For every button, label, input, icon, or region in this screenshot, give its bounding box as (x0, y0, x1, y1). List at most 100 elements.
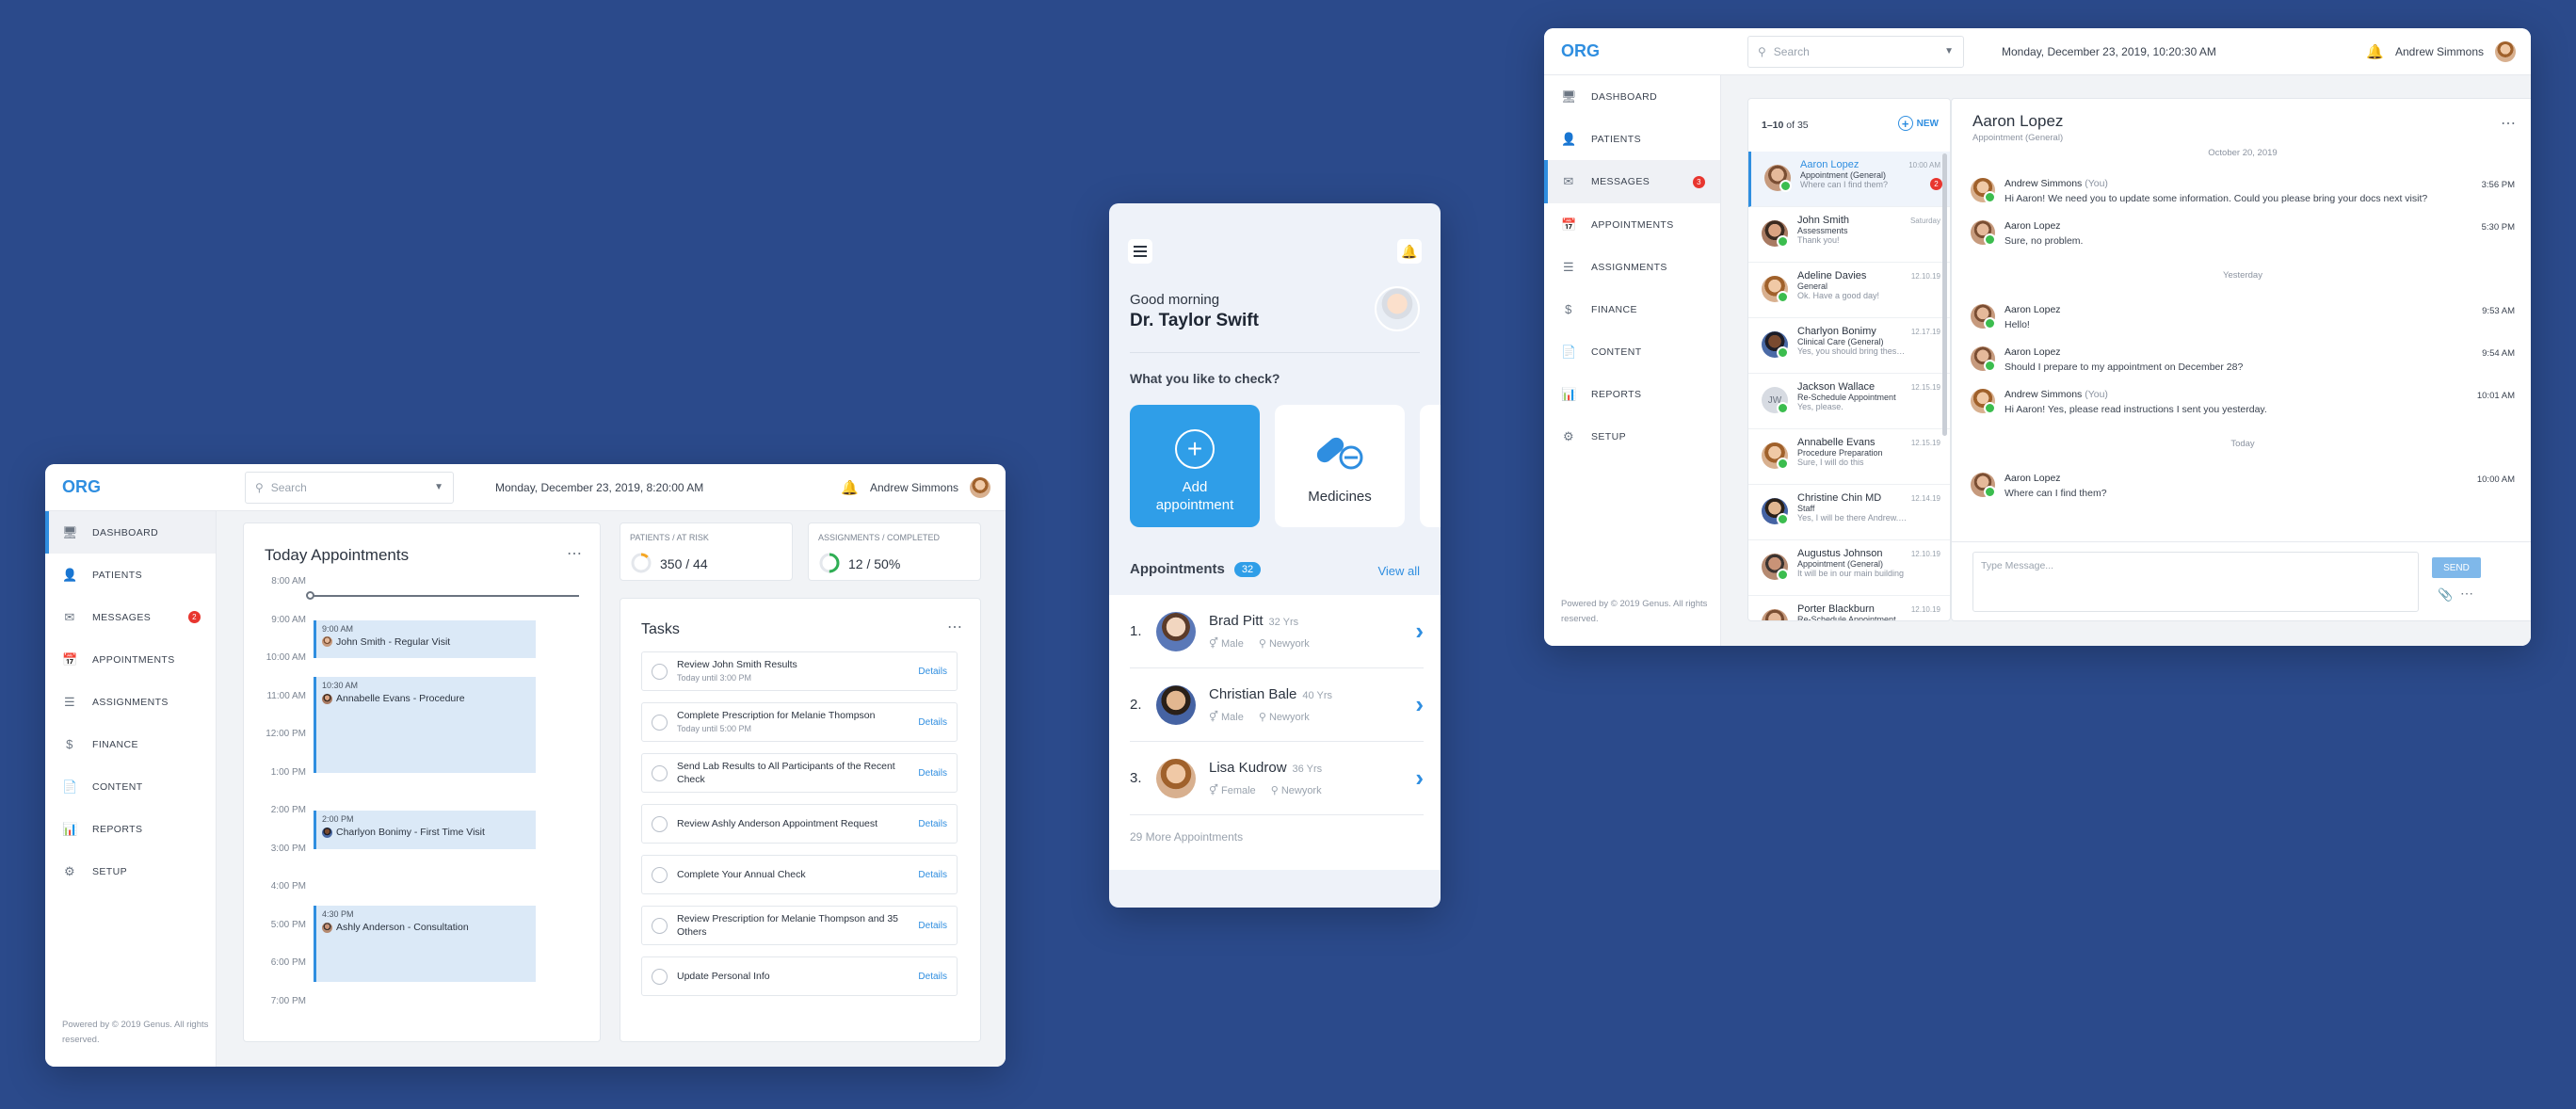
appointments-header: Appointments 32 (1130, 561, 1262, 577)
sidebar-item-patients[interactable]: 👤 PATIENTS (45, 554, 216, 596)
sidebar-item-messages[interactable]: ✉ MESSAGES 3 (1544, 160, 1720, 203)
task-item[interactable]: Review John Smith Results Today until 3:… (641, 651, 958, 691)
sidebar-item-finance[interactable]: $ FINANCE (45, 723, 216, 765)
unread-badge: 2 (188, 611, 201, 623)
you-tag: (You) (2085, 389, 2108, 400)
patient-row[interactable]: 2. Christian Bale 40 Yrs ⚥ Male ⚲ Newyork… (1130, 668, 1424, 742)
chevron-right-icon[interactable]: › (1415, 763, 1424, 793)
conversation-item[interactable]: Aaron Lopez Appointment (General) Where … (1748, 152, 1950, 207)
task-details-link[interactable]: Details (918, 921, 947, 931)
conversation-item[interactable]: Christine Chin MD Staff Yes, I will be t… (1748, 485, 1950, 540)
patient-row[interactable]: 3. Lisa Kudrow 36 Yrs ⚥ Female ⚲ Newyork … (1130, 742, 1424, 815)
chevron-down-icon[interactable]: ▼ (434, 482, 443, 492)
view-all-link[interactable]: View all (1377, 564, 1420, 578)
sidebar-item-reports[interactable]: 📊 REPORTS (45, 808, 216, 850)
appointment-block[interactable]: 9:00 AM John Smith - Regular Visit (314, 619, 536, 658)
task-details-link[interactable]: Details (918, 768, 947, 779)
sidebar-item-content[interactable]: 📄 CONTENT (45, 765, 216, 808)
user-menu[interactable]: 🔔 Andrew Simmons (2366, 40, 2531, 62)
bell-icon[interactable]: 🔔 (841, 479, 859, 496)
task-details-link[interactable]: Details (918, 972, 947, 982)
conversation-item[interactable]: John Smith Assessments Thank you! Saturd… (1748, 207, 1950, 263)
new-message-button[interactable]: + NEW (1897, 116, 1939, 131)
conversation-preview: Yes, you should bring these documents (1797, 346, 1908, 356)
avatar[interactable] (970, 476, 990, 498)
sidebar-item-messages[interactable]: ✉ MESSAGES 2 (45, 596, 216, 638)
task-checkbox[interactable] (652, 764, 668, 781)
dashboard-window: ORG ⚲ Search ▼ Monday, December 23, 2019… (45, 464, 1006, 1067)
patient-row[interactable]: 1. Brad Pitt 32 Yrs ⚥ Male ⚲ Newyork › (1130, 595, 1424, 668)
task-details-link[interactable]: Details (918, 870, 947, 880)
sidebar-item-dashboard[interactable]: 🖥 DASHBOARD (45, 511, 216, 554)
conversation-item[interactable]: JW Jackson Wallace Re-Schedule Appointme… (1748, 374, 1950, 429)
sidebar-item-appointments[interactable]: 📅 APPOINTMENTS (45, 638, 216, 681)
sidebar-item-assignments[interactable]: ☰ ASSIGNMENTS (1544, 246, 1720, 288)
more-icon[interactable]: ⋯ (947, 618, 963, 636)
chevron-right-icon[interactable]: › (1415, 617, 1424, 646)
task-item[interactable]: Complete Your Annual Check Details (641, 855, 958, 894)
task-item[interactable]: Review Ashly Anderson Appointment Reques… (641, 804, 958, 844)
add-appointment-tile[interactable]: + Add appointment (1130, 405, 1260, 527)
dollar-icon: $ (66, 737, 73, 751)
task-details-link[interactable]: Details (918, 819, 947, 829)
medicines-tile[interactable]: Medicines (1275, 405, 1405, 527)
gender-icon: ⚥ (1209, 712, 1218, 723)
list-icon: ☰ (1562, 259, 1575, 274)
avatar (322, 922, 332, 933)
sidebar-item-label: MESSAGES (1591, 176, 1650, 187)
task-item[interactable]: Update Personal Info Details (641, 956, 958, 996)
task-checkbox[interactable] (652, 968, 668, 985)
scrollbar[interactable] (1942, 153, 1947, 436)
appointment-block[interactable]: 10:30 AM Annabelle Evans - Procedure (314, 677, 536, 773)
conversation-item[interactable]: Charlyon Bonimy Clinical Care (General) … (1748, 318, 1950, 374)
send-button[interactable]: SEND (2432, 557, 2481, 578)
attach-icon[interactable]: 📎 (2438, 587, 2453, 603)
avatar (322, 693, 332, 704)
sidebar-item-setup[interactable]: ⚙ SETUP (45, 850, 216, 892)
sidebar-item-reports[interactable]: 📊 REPORTS (1544, 373, 1720, 415)
sidebar-item-content[interactable]: 📄 CONTENT (1544, 330, 1720, 373)
notification-button[interactable]: 🔔 (1397, 239, 1422, 264)
conversation-item[interactable]: Annabelle Evans Procedure Preparation Su… (1748, 429, 1950, 485)
message-input[interactable]: Type Message... (1972, 552, 2419, 612)
task-item[interactable]: Review Prescription for Melanie Thompson… (641, 906, 958, 945)
sidebar-item-finance[interactable]: $ FINANCE (1544, 288, 1720, 330)
bell-icon[interactable]: 🔔 (2366, 43, 2384, 60)
conversation-item[interactable]: Adeline Davies General Ok. Have a good d… (1748, 263, 1950, 318)
sidebar-item-dashboard[interactable]: 🖥 DASHBOARD (1544, 75, 1720, 118)
appointment-block[interactable]: 2:00 PM Charlyon Bonimy - First Time Vis… (314, 811, 536, 849)
search-input[interactable]: ⚲ Search ▼ (245, 471, 454, 504)
task-checkbox[interactable] (652, 917, 668, 934)
task-item[interactable]: Send Lab Results to All Participants of … (641, 753, 958, 793)
task-checkbox[interactable] (652, 714, 668, 731)
task-checkbox[interactable] (652, 866, 668, 883)
sidebar-item-setup[interactable]: ⚙ SETUP (1544, 415, 1720, 458)
more-options-icon[interactable]: ⋯ (2460, 586, 2473, 602)
avatar[interactable] (2495, 40, 2516, 62)
doctor-avatar[interactable] (1375, 286, 1420, 331)
menu-button[interactable] (1128, 239, 1152, 264)
task-details-link[interactable]: Details (918, 717, 947, 728)
chevron-down-icon[interactable]: ▼ (1944, 46, 1954, 56)
conversation-item[interactable]: Augustus Johnson Appointment (General) I… (1748, 540, 1950, 596)
chevron-right-icon[interactable]: › (1415, 690, 1424, 719)
task-item[interactable]: Complete Prescription for Melanie Thomps… (641, 702, 958, 742)
sidebar-item-assignments[interactable]: ☰ ASSIGNMENTS (45, 681, 216, 723)
conversation-item[interactable]: Porter Blackburn Re-Schedule Appointment… (1748, 596, 1950, 620)
sender-name: Aaron Lopez (2004, 220, 2061, 232)
task-checkbox[interactable] (652, 663, 668, 680)
more-appointments[interactable]: 29 More Appointments (1130, 830, 1243, 844)
more-icon[interactable]: ⋯ (2501, 114, 2517, 133)
conversation-preview: Where can I find them? (1800, 180, 1889, 189)
task-title: Complete Prescription for Melanie Thomps… (677, 710, 876, 721)
more-icon[interactable]: ⋯ (567, 544, 583, 563)
appointment-block[interactable]: 4:30 PM Ashly Anderson - Consultation (314, 906, 536, 983)
search-input[interactable]: ⚲ Search ▼ (1747, 35, 1964, 68)
task-checkbox[interactable] (652, 815, 668, 832)
sidebar-item-patients[interactable]: 👤 PATIENTS (1544, 118, 1720, 160)
user-menu[interactable]: 🔔 Andrew Simmons (841, 476, 1006, 498)
sidebar-item-appointments[interactable]: 📅 APPOINTMENTS (1544, 203, 1720, 246)
task-details-link[interactable]: Details (918, 667, 947, 677)
location-pin-icon: ⚲ (1258, 638, 1266, 650)
conversation-preview: Sure, I will do this (1797, 458, 1864, 467)
